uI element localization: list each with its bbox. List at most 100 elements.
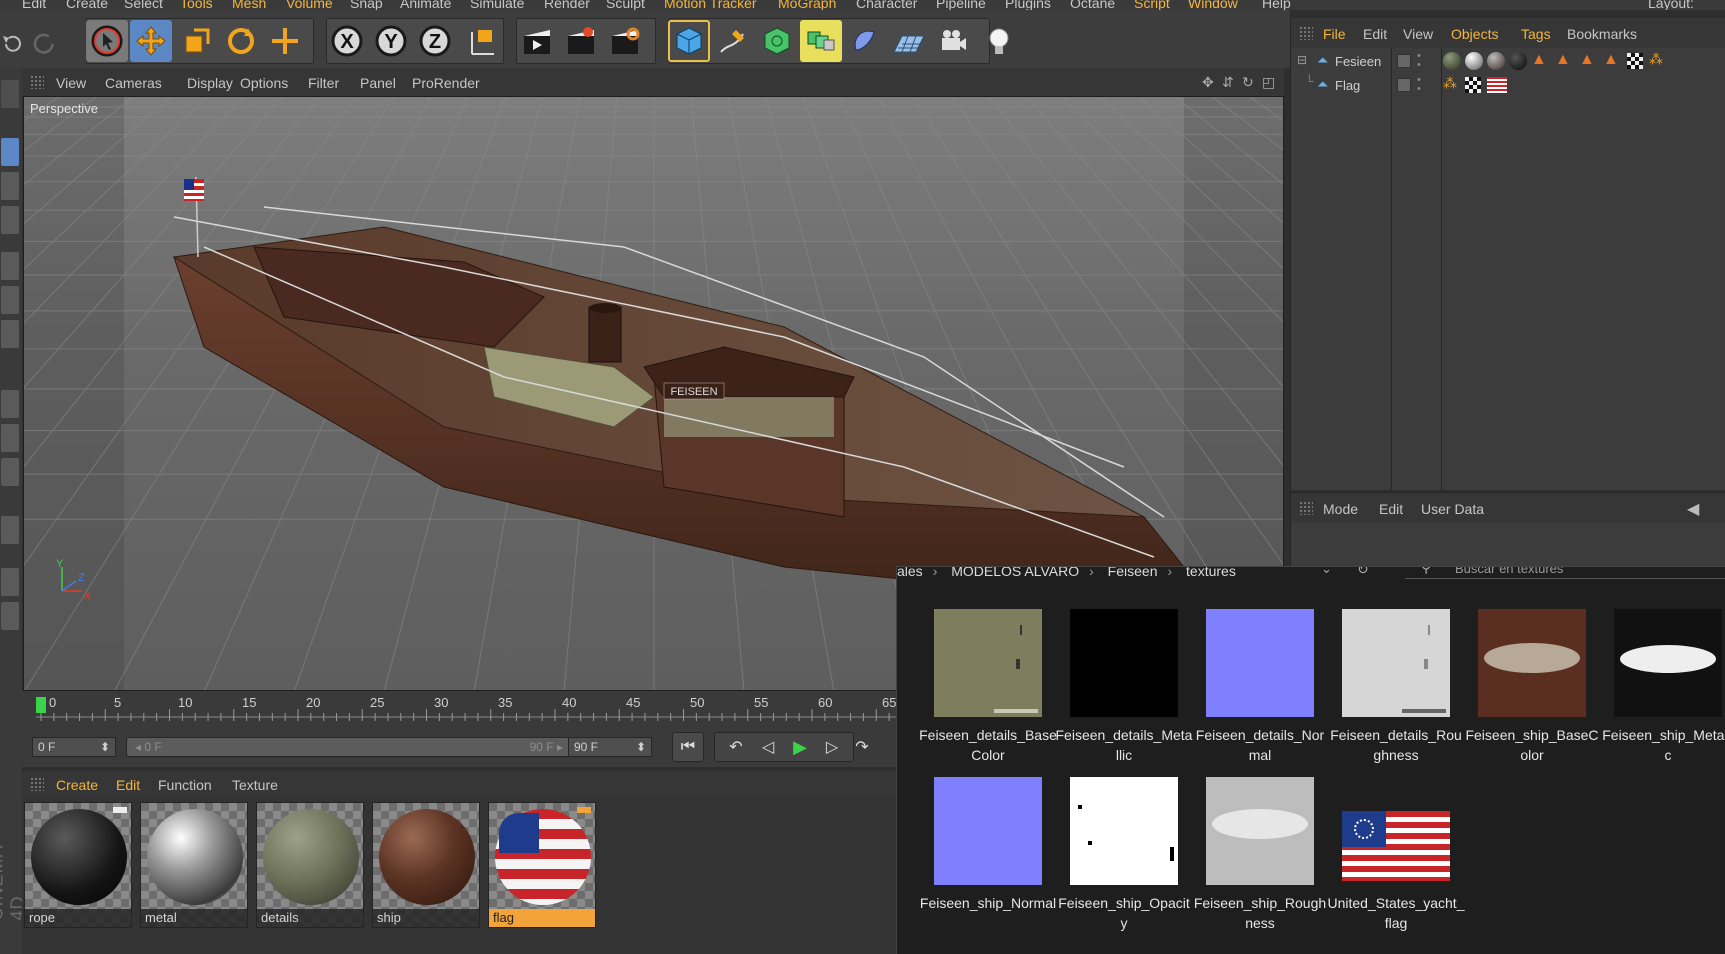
undo-icon[interactable] — [0, 32, 24, 56]
playhead-marker[interactable] — [36, 697, 46, 713]
attribute-menu-edit[interactable]: Edit — [1379, 501, 1403, 517]
menu-animate[interactable]: Animate — [400, 0, 451, 10]
menu-help[interactable]: Help — [1262, 0, 1291, 10]
redo-icon[interactable] — [30, 32, 60, 56]
pen-spline-icon[interactable] — [712, 20, 754, 62]
selection-tag-icon[interactable]: ⁂ — [1649, 51, 1663, 68]
file-tile[interactable]: United_States_yacht_flag — [1327, 777, 1464, 937]
visibility-dots-icon[interactable]: • • — [1417, 51, 1421, 71]
selection-tag-icon[interactable]: ⁂ — [1443, 75, 1457, 92]
texture-mode-icon[interactable] — [1, 172, 19, 200]
viewport-grip-icon[interactable] — [30, 75, 44, 89]
workplane-mode-icon[interactable] — [1, 206, 19, 234]
menu-edit[interactable]: Edit — [22, 0, 46, 10]
menu-plugins[interactable]: Plugins — [1005, 0, 1051, 10]
file-tile[interactable]: Feiseen_ship_BaseColor — [1463, 609, 1599, 769]
frame-range-slider[interactable]: ◂ 0 F 90 F ▸ — [126, 737, 572, 757]
next-frame-button[interactable]: ▷ — [816, 732, 848, 762]
viewport-rotate-icon[interactable]: ↻ — [1242, 74, 1254, 91]
object-row-flag[interactable]: └ ⏶ Flag • • ⁂ — [1291, 74, 1725, 98]
tree-expander-icon[interactable]: ⊟ — [1297, 53, 1307, 67]
viewport-menu-options[interactable]: Options — [240, 75, 288, 91]
next-key-button[interactable]: ↷ — [846, 732, 878, 762]
lock-workplane-icon[interactable] — [1, 568, 19, 596]
attribute-menu-mode[interactable]: Mode — [1323, 501, 1358, 517]
rotate-tool-icon[interactable] — [220, 20, 262, 62]
file-tile[interactable]: Feiseen_ship_Metallic — [1599, 609, 1725, 769]
object-menu-file[interactable]: File — [1323, 26, 1346, 42]
edges-mode-icon[interactable] — [1, 286, 19, 314]
attribute-menu-user-data[interactable]: User Data — [1421, 501, 1484, 517]
object-menu-objects[interactable]: Objects — [1451, 26, 1498, 42]
play-button[interactable]: ▶ — [784, 732, 816, 762]
floor-icon[interactable] — [888, 20, 930, 62]
phong-tag-icon[interactable]: ▲ — [1603, 51, 1619, 69]
cloner-icon[interactable] — [800, 20, 842, 62]
render-settings-icon[interactable] — [604, 20, 646, 62]
render-view-icon[interactable] — [516, 20, 558, 62]
make-editable-icon[interactable] — [1, 80, 19, 108]
file-tile[interactable]: Feiseen_details_BaseColor — [919, 609, 1057, 769]
timeline-ruler[interactable]: 0 5 10 15 20 25 30 35 40 45 50 55 60 65 — [22, 691, 898, 723]
object-row-fesieen[interactable]: ⊟ ⏶ Fesieen • • ▲ ▲ ▲ ▲ ⁂ — [1291, 50, 1725, 74]
back-arrow-icon[interactable]: ◀ — [1687, 499, 1699, 519]
material-details[interactable]: details — [256, 802, 364, 928]
menu-tools[interactable]: Tools — [180, 0, 213, 10]
material-menu-texture[interactable]: Texture — [232, 777, 278, 793]
visibility-dots-icon[interactable]: • • — [1417, 75, 1421, 95]
material-menu-edit[interactable]: Edit — [116, 777, 140, 793]
material-ship[interactable]: ship — [372, 802, 480, 928]
viewport-menu-filter[interactable]: Filter — [308, 75, 339, 91]
menu-pipeline[interactable]: Pipeline — [936, 0, 986, 10]
texture-tag-ship-icon[interactable] — [1487, 52, 1505, 70]
object-menu-view[interactable]: View — [1403, 26, 1433, 42]
uvw-tag-icon[interactable] — [1627, 53, 1643, 69]
material-rope[interactable]: rope — [24, 802, 132, 928]
texture-tag-metal-icon[interactable] — [1465, 52, 1483, 70]
menu-script[interactable]: Script — [1134, 0, 1170, 10]
points-mode-icon[interactable] — [1, 252, 19, 280]
menu-octane[interactable]: Octane — [1070, 0, 1115, 10]
uvw-tag-icon[interactable] — [1465, 77, 1481, 93]
viewport-menu-cameras[interactable]: Cameras — [105, 75, 162, 91]
live-selection-icon[interactable] — [86, 20, 128, 62]
viewport-maximize-icon[interactable]: ◰ — [1262, 74, 1275, 91]
menu-sculpt[interactable]: Sculpt — [606, 0, 645, 10]
menu-mograph[interactable]: MoGraph — [778, 0, 836, 10]
layer-icon[interactable] — [1397, 54, 1411, 68]
viewport-zoom-icon[interactable]: ⇵ — [1222, 74, 1234, 91]
breadcrumb-item[interactable]: textures — [1186, 567, 1236, 579]
tweak-mode-icon[interactable] — [1, 424, 19, 452]
attribute-grip-icon[interactable] — [1299, 501, 1313, 515]
menu-render[interactable]: Render — [544, 0, 590, 10]
texture-tag-details-icon[interactable] — [1443, 52, 1461, 70]
camera-icon[interactable] — [932, 20, 974, 62]
menu-mesh[interactable]: Mesh — [232, 0, 266, 10]
enable-axis-icon[interactable] — [1, 390, 19, 418]
cube-primitive-icon[interactable] — [668, 20, 710, 62]
go-to-start-button[interactable]: ⏮ — [672, 732, 704, 762]
menu-character[interactable]: Character — [856, 0, 917, 10]
previous-key-button[interactable]: ↶ — [720, 732, 752, 762]
material-menu-create[interactable]: Create — [56, 777, 98, 793]
move-tool-icon[interactable] — [130, 20, 172, 62]
object-grip-icon[interactable] — [1299, 26, 1313, 40]
menu-window[interactable]: Window — [1188, 0, 1238, 10]
object-menu-tags[interactable]: Tags — [1521, 26, 1551, 42]
render-picture-viewer-icon[interactable] — [560, 20, 602, 62]
file-tile[interactable]: Feiseen_details_Roughness — [1327, 609, 1462, 769]
menu-motion-tracker[interactable]: Motion Tracker — [664, 0, 757, 10]
layer-icon[interactable] — [1397, 78, 1411, 92]
material-metal[interactable]: metal — [140, 802, 248, 928]
file-tile[interactable]: Feiseen_ship_Roughness — [1191, 777, 1326, 937]
polygons-mode-icon[interactable] — [1, 320, 19, 348]
object-menu-bookmarks[interactable]: Bookmarks — [1567, 26, 1637, 42]
snapping-icon[interactable] — [1, 458, 19, 486]
menu-simulate[interactable]: Simulate — [470, 0, 524, 10]
phong-tag-icon[interactable]: ▲ — [1555, 51, 1571, 69]
viewport-menu-panel[interactable]: Panel — [360, 75, 396, 91]
refresh-icon[interactable]: ↻ — [1357, 567, 1369, 578]
texture-tag-flag-icon[interactable] — [1487, 77, 1507, 93]
breadcrumb-item[interactable]: Feiseen — [1108, 567, 1158, 579]
light-icon[interactable] — [978, 20, 1020, 62]
